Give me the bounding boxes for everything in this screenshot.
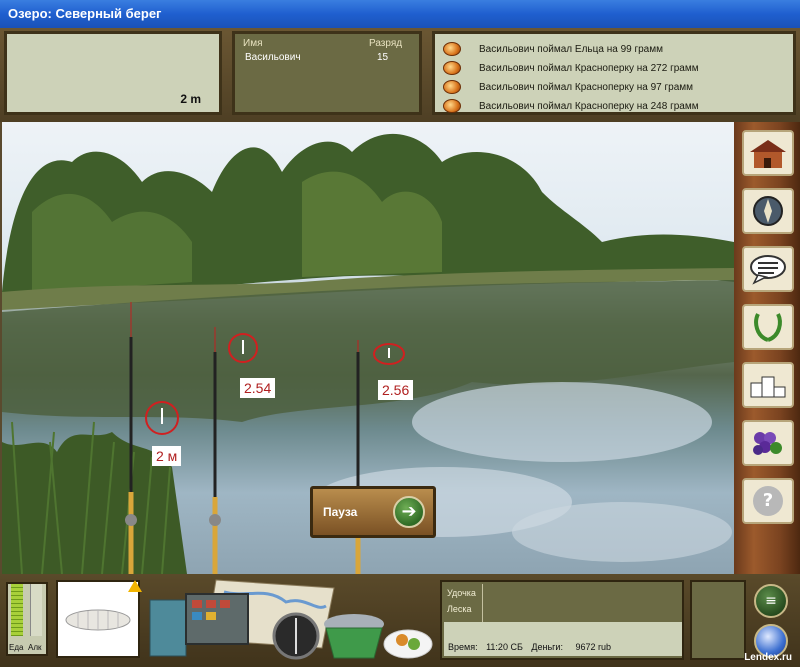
inventory-icons <box>149 579 433 660</box>
help-button[interactable]: ? <box>742 478 794 524</box>
food-meter <box>11 584 23 636</box>
log-text: Васильович поймал Красноперку на 248 гра… <box>479 100 699 112</box>
bait-slot[interactable] <box>56 580 142 658</box>
time-label: Время: <box>448 642 478 652</box>
depth-value: 2 m <box>180 92 201 106</box>
log-text: Васильович поймал Красноперку на 97 грам… <box>479 81 694 93</box>
money-label: Деньги: <box>531 642 563 652</box>
home-icon <box>750 140 786 168</box>
window-title: Озеро: Северный берег <box>0 0 800 28</box>
bait-button[interactable] <box>742 420 794 466</box>
podium-icon <box>750 376 786 398</box>
cloud-reflection <box>512 502 732 562</box>
player-name[interactable]: Васильович <box>245 52 301 63</box>
player-rank: 15 <box>377 52 389 63</box>
rank-header: Разряд <box>369 38 403 49</box>
rod-label: Удочка <box>447 588 476 598</box>
log-text: Васильович поймал Ельца на 99 грамм <box>479 43 663 55</box>
money-value: 9672 rub <box>575 642 611 652</box>
fish-icon <box>443 42 461 56</box>
pause-label: Пауза <box>323 505 358 519</box>
game-window: Озеро: Северный берег 2 m Имя Разряд Вас… <box>0 0 800 667</box>
log-text: Васильович поймал Красноперку на 272 гра… <box>479 62 699 74</box>
fish-icon <box>443 99 461 113</box>
log-item: Васильович поймал Красноперку на 248 гра… <box>443 97 699 115</box>
player-panel: Имя Разряд Васильович 15 <box>232 31 422 115</box>
bottom-frame: Еда Алк Удочка Леска Время: 11:20 СБ Ден… <box>0 574 800 667</box>
food-label: Еда <box>9 643 24 652</box>
time-value: 11:20 СБ <box>486 642 523 652</box>
status-line: Время: 11:20 СБ Деньги: 9672 rub <box>444 622 682 656</box>
depth-panel: 2 m <box>4 31 222 115</box>
compass-icon <box>753 196 783 226</box>
catch-log-panel: Васильович поймал Ельца на 99 грамм Васи… <box>432 31 796 115</box>
rod-depth-label: 2 м <box>152 446 182 466</box>
extra-slot <box>690 580 746 660</box>
right-sidebar: ? <box>734 122 800 574</box>
name-header: Имя <box>243 38 263 49</box>
chat-button[interactable] <box>742 246 794 292</box>
top-frame: 2 m Имя Разряд Васильович 15 Васильович … <box>0 28 800 122</box>
achievements-button[interactable] <box>742 304 794 350</box>
watermark: Lendex.ru <box>744 652 792 663</box>
ranking-button[interactable] <box>742 362 794 408</box>
cloud-reflection <box>412 382 712 462</box>
help-icon: ? <box>753 486 783 516</box>
menu-button[interactable]: ≡ <box>754 584 788 618</box>
pause-button[interactable]: Пауза ➔ <box>310 486 436 538</box>
laurel-icon <box>754 313 782 342</box>
fish-icon <box>443 80 461 94</box>
chat-icon <box>750 255 786 285</box>
log-item: Васильович поймал Красноперку на 97 грам… <box>443 78 693 96</box>
meters-panel: Еда Алк <box>6 582 48 656</box>
rod-depth-label: 2.54 <box>240 378 276 398</box>
lake-scene[interactable]: 2 м 2.54 2.56 Пауза ➔ <box>2 122 734 574</box>
fish-icon <box>443 61 461 75</box>
maggot-icon <box>65 609 131 631</box>
log-item: Васильович поймал Красноперку на 272 гра… <box>443 59 699 77</box>
grapes-icon <box>753 432 782 455</box>
alcohol-label: Алк <box>28 643 42 652</box>
log-item: Васильович поймал Ельца на 99 грамм <box>443 40 663 58</box>
rod-depth-label: 2.56 <box>378 380 414 400</box>
warning-icon <box>128 580 142 592</box>
line-label: Леска <box>447 604 472 614</box>
tackle-info-panel: Удочка Леска Время: 11:20 СБ Деньги: 967… <box>440 580 684 660</box>
home-button[interactable] <box>742 130 794 176</box>
inventory-gear[interactable] <box>146 578 434 662</box>
compass-button[interactable] <box>742 188 794 234</box>
alcohol-meter <box>30 584 42 636</box>
arrow-right-icon[interactable]: ➔ <box>393 496 425 528</box>
